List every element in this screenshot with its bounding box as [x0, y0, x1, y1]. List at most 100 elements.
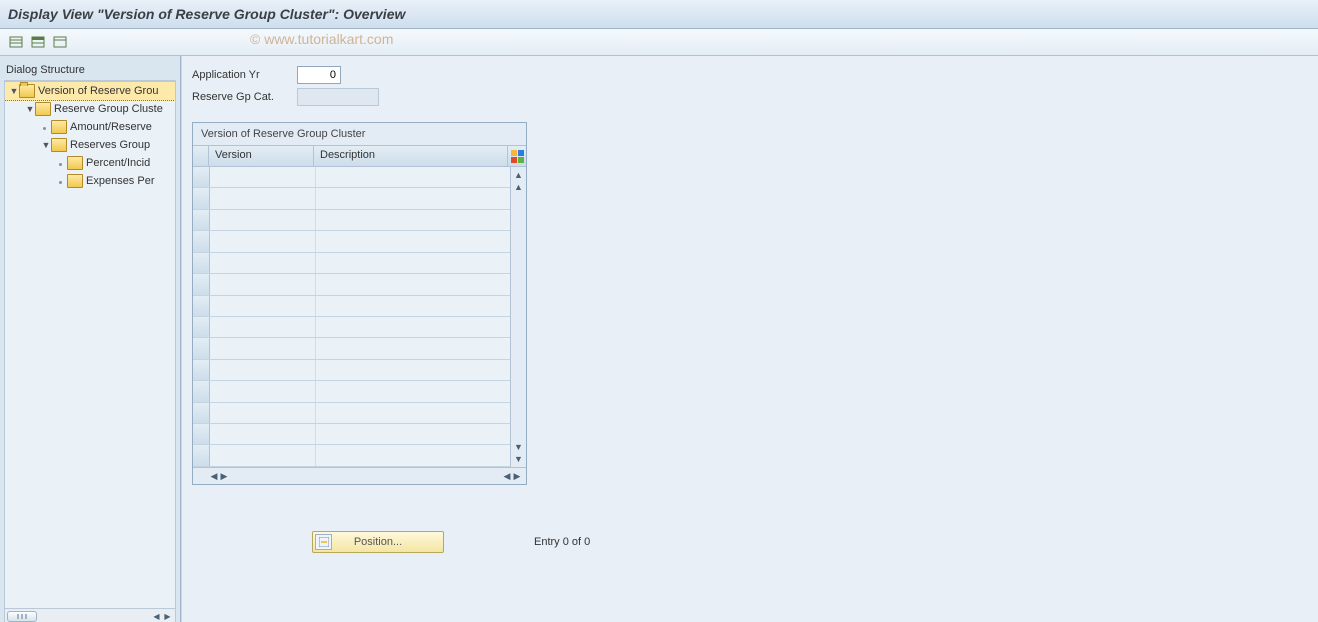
cell-description[interactable] — [316, 445, 510, 465]
cell-description[interactable] — [316, 231, 510, 251]
tree-horizontal-scrollbar[interactable]: ◀ ▶ — [4, 609, 176, 622]
table-row[interactable] — [193, 167, 510, 188]
tree-node-label: Reserves Group — [70, 136, 150, 154]
table-row[interactable] — [193, 338, 510, 359]
table-row[interactable] — [193, 210, 510, 231]
column-header-version[interactable]: Version — [209, 146, 314, 166]
row-selector-cell[interactable] — [193, 317, 210, 337]
row-selector-cell[interactable] — [193, 424, 210, 444]
cell-version[interactable] — [210, 253, 316, 273]
cell-description[interactable] — [316, 274, 510, 294]
tree-toggle-icon[interactable]: ▼ — [9, 82, 19, 100]
toolbar-button-2[interactable] — [28, 32, 48, 52]
page-title: Display View "Version of Reserve Group C… — [8, 6, 405, 22]
row-selector-cell[interactable] — [193, 231, 210, 251]
cell-description[interactable] — [316, 360, 510, 380]
cell-description[interactable] — [316, 296, 510, 316]
tree-toggle-icon[interactable]: ▼ — [25, 100, 35, 118]
cell-description[interactable] — [316, 317, 510, 337]
row-selector-cell[interactable] — [193, 188, 210, 208]
row-selector-cell[interactable] — [193, 381, 210, 401]
row-selector-cell[interactable] — [193, 445, 210, 465]
scroll-down-icon[interactable]: ▼ — [514, 453, 523, 465]
cell-version[interactable] — [210, 317, 316, 337]
row-selector-header[interactable] — [193, 146, 209, 166]
row-selector-cell[interactable] — [193, 296, 210, 316]
scroll-right-icon[interactable]: ▶ — [162, 611, 173, 622]
tree-node-version-of-reserve-group[interactable]: ▼ Version of Reserve Grou — [4, 81, 176, 101]
table-configure-button[interactable] — [508, 146, 526, 166]
cell-description[interactable] — [316, 253, 510, 273]
cell-description[interactable] — [316, 381, 510, 401]
dialog-structure-tree[interactable]: ▼ Version of Reserve Grou ▼ Reserve Grou… — [4, 81, 176, 609]
scrollbar-thumb[interactable] — [7, 611, 37, 622]
cell-version[interactable] — [210, 210, 316, 230]
table-row[interactable] — [193, 403, 510, 424]
cell-version[interactable] — [210, 381, 316, 401]
tree-node-amount-reserve[interactable]: Amount/Reserve — [5, 118, 175, 136]
table-row[interactable] — [193, 188, 510, 209]
cell-description[interactable] — [316, 403, 510, 423]
application-year-input[interactable] — [297, 66, 341, 84]
cell-version[interactable] — [210, 296, 316, 316]
tree-node-reserves-group[interactable]: ▼ Reserves Group — [5, 136, 175, 154]
scroll-page-down-icon[interactable]: ▼ — [514, 441, 523, 453]
table-row[interactable] — [193, 274, 510, 295]
table-row[interactable] — [193, 445, 510, 466]
tree-node-expenses-per[interactable]: Expenses Per — [5, 172, 175, 190]
table-row[interactable] — [193, 253, 510, 274]
table-row[interactable] — [193, 231, 510, 252]
main-area: Dialog Structure ▼ Version of Reserve Gr… — [0, 56, 1318, 622]
row-selector-cell[interactable] — [193, 274, 210, 294]
table-row[interactable] — [193, 381, 510, 402]
scroll-right-end-icon[interactable]: ▶ — [512, 471, 522, 482]
cell-description[interactable] — [316, 210, 510, 230]
tree-node-percent-incid[interactable]: Percent/Incid — [5, 154, 175, 172]
copyright-watermark: © www.tutorialkart.com — [250, 31, 393, 47]
scroll-right-icon[interactable]: ▶ — [219, 471, 229, 482]
column-header-description[interactable]: Description — [314, 146, 508, 166]
cell-version[interactable] — [210, 424, 316, 444]
table-row[interactable] — [193, 296, 510, 317]
table-body: ▲ ▲ ▼ ▼ — [193, 167, 526, 467]
cell-version[interactable] — [210, 445, 316, 465]
toolbar-button-1[interactable] — [6, 32, 26, 52]
cell-version[interactable] — [210, 338, 316, 358]
cell-version[interactable] — [210, 403, 316, 423]
cell-version[interactable] — [210, 231, 316, 251]
cell-version[interactable] — [210, 167, 316, 187]
position-button-label: Position... — [354, 536, 402, 548]
cell-version[interactable] — [210, 274, 316, 294]
reserve-gp-cat-input[interactable] — [297, 88, 379, 106]
scroll-page-up-icon[interactable]: ▲ — [514, 181, 523, 193]
cell-description[interactable] — [316, 167, 510, 187]
table-horizontal-scrollbar[interactable]: ◀ ▶ ◀ ▶ — [193, 467, 526, 484]
entry-count-text: Entry 0 of 0 — [534, 536, 590, 548]
position-icon — [319, 537, 329, 547]
grid-rows-icon — [9, 35, 23, 49]
cell-description[interactable] — [316, 338, 510, 358]
scroll-left-end-icon[interactable]: ◀ — [502, 471, 512, 482]
scroll-left-icon[interactable]: ◀ — [151, 611, 162, 622]
row-selector-cell[interactable] — [193, 210, 210, 230]
position-button[interactable]: Position... — [312, 531, 444, 553]
tree-toggle-icon[interactable]: ▼ — [41, 136, 51, 154]
leaf-bullet-icon — [43, 127, 46, 130]
table-row[interactable] — [193, 424, 510, 445]
cell-version[interactable] — [210, 188, 316, 208]
row-selector-cell[interactable] — [193, 360, 210, 380]
row-selector-cell[interactable] — [193, 167, 210, 187]
toolbar-button-3[interactable] — [50, 32, 70, 52]
cell-description[interactable] — [316, 188, 510, 208]
scroll-left-icon[interactable]: ◀ — [209, 471, 219, 482]
row-selector-cell[interactable] — [193, 338, 210, 358]
scroll-up-icon[interactable]: ▲ — [514, 169, 523, 181]
cell-version[interactable] — [210, 360, 316, 380]
row-selector-cell[interactable] — [193, 403, 210, 423]
cell-description[interactable] — [316, 424, 510, 444]
tree-node-reserve-group-cluster[interactable]: ▼ Reserve Group Cluste — [5, 100, 175, 118]
table-vertical-scrollbar[interactable]: ▲ ▲ ▼ ▼ — [510, 167, 526, 467]
table-row[interactable] — [193, 317, 510, 338]
row-selector-cell[interactable] — [193, 253, 210, 273]
table-row[interactable] — [193, 360, 510, 381]
